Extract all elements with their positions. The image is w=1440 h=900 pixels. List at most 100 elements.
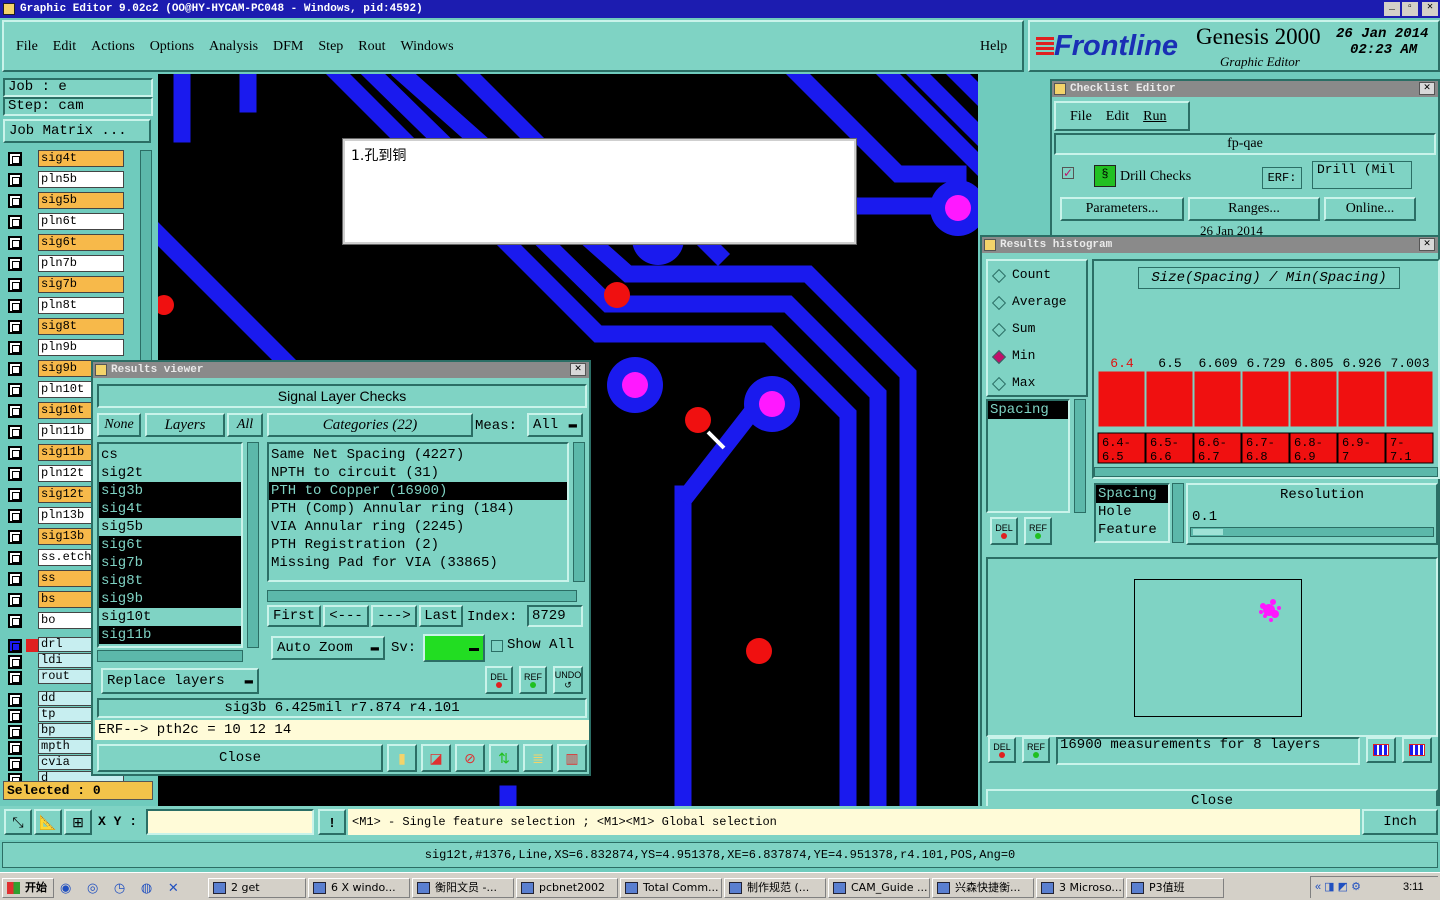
taskbar-item[interactable]: CAM_Guide ... [828, 878, 930, 898]
mode-count[interactable]: Count [988, 267, 1084, 287]
mode-average[interactable]: Average [988, 294, 1084, 314]
layer-name[interactable]: sig5b [38, 192, 124, 209]
taskbar-item[interactable]: 6 X windo... [308, 878, 410, 898]
undo-button[interactable]: UNDO ↺ [553, 666, 583, 694]
layer-display-checkbox[interactable] [8, 709, 22, 723]
mode-sum[interactable]: Sum [988, 321, 1084, 341]
sv-color-dropdown[interactable]: ▬ [423, 634, 485, 662]
layer-name[interactable]: sig8t [38, 318, 124, 335]
results-layer-item[interactable]: sig6t [99, 536, 241, 554]
checklist-menu-edit[interactable]: Edit [1106, 109, 1129, 129]
measure-button[interactable]: 📐 [34, 809, 62, 835]
layer-row[interactable]: sig8t [6, 318, 124, 335]
attribute-scrollbar[interactable] [1074, 399, 1086, 513]
layer-display-checkbox[interactable] [8, 194, 22, 208]
layer-name[interactable]: pln5b [38, 171, 124, 188]
radio-icon[interactable] [991, 376, 1007, 392]
results-layer-item[interactable]: sig10t [99, 608, 241, 626]
layer-row[interactable]: pln8t [6, 297, 124, 314]
checklist-menu-run[interactable]: Run [1143, 109, 1166, 129]
layer-display-checkbox[interactable] [8, 341, 22, 355]
parameters-button[interactable]: Parameters... [1060, 197, 1184, 221]
ranges-button[interactable]: Ranges... [1188, 197, 1320, 221]
property-item[interactable]: Spacing [1096, 485, 1168, 503]
layer-display-checkbox[interactable] [8, 639, 22, 653]
next-button[interactable]: ---> [371, 605, 417, 627]
taskbar-item[interactable]: Total Comm... [620, 878, 722, 898]
maximize-button[interactable]: ▫ [1402, 2, 1418, 16]
results-layer-item[interactable]: sig8t [99, 572, 241, 590]
online-button[interactable]: Online... [1324, 197, 1416, 221]
layer-display-checkbox[interactable] [8, 236, 22, 250]
results-layer-item[interactable]: sig3b [99, 482, 241, 500]
attribute-list[interactable]: Spacing [986, 399, 1070, 513]
all-layers-button[interactable]: All [227, 413, 263, 437]
taskbar-item[interactable]: 2 get [208, 878, 306, 898]
quicklaunch-icons[interactable]: ◉ ◎ ◷ ◍ ✕ [60, 880, 190, 896]
layer-row[interactable]: pln6t [6, 213, 124, 230]
menu-step[interactable]: Step [318, 39, 343, 55]
none-button[interactable]: None [97, 413, 141, 437]
mode-max[interactable]: Max [988, 375, 1084, 395]
layer-display-checkbox[interactable] [8, 446, 22, 460]
layer-display-checkbox[interactable] [8, 757, 22, 771]
units-button[interactable]: Inch [1362, 809, 1438, 835]
results-layer-item[interactable]: sig9b [99, 590, 241, 608]
layer-display-checkbox[interactable] [8, 215, 22, 229]
layer-name[interactable]: pln8t [38, 297, 124, 314]
category-item[interactable]: PTH to Copper (16900) [269, 482, 567, 500]
results-layer-hscroll[interactable] [97, 650, 243, 662]
categories-hscroll[interactable] [267, 590, 577, 602]
preview-ref-button[interactable]: REF [1022, 737, 1050, 763]
layer-display-checkbox[interactable] [8, 299, 22, 313]
menu-actions[interactable]: Actions [91, 39, 135, 55]
menu-edit[interactable]: Edit [53, 39, 76, 55]
checklist-menu-file[interactable]: File [1070, 109, 1092, 129]
results-viewer-close-icon[interactable]: ✕ [570, 363, 586, 376]
start-button[interactable]: 开始 [2, 878, 54, 898]
categories-list[interactable]: Same Net Spacing (4227) NPTH to circuit (… [267, 442, 569, 582]
layer-name[interactable]: pln7b [38, 255, 124, 272]
check-enabled-icon[interactable]: ✓ [1062, 167, 1074, 179]
results-layer-list[interactable]: cs sig2t sig3b sig4t sig5b sig6t sig7b sig8t sig… [97, 442, 243, 648]
auto-zoom-dropdown[interactable]: Auto Zoom ▬ [271, 636, 385, 660]
menu-file[interactable]: File [16, 39, 38, 55]
layer-display-checkbox[interactable] [8, 509, 22, 523]
results-close-button[interactable]: Close [97, 744, 383, 772]
layer-display-checkbox[interactable] [8, 278, 22, 292]
snap-button[interactable]: ⊞ [64, 809, 92, 835]
erf-value[interactable]: Drill (Mil [1312, 161, 1412, 189]
layer-row[interactable]: pln9b [6, 339, 124, 356]
meas-dropdown[interactable]: All ▬ [527, 413, 583, 437]
layer-display-checkbox[interactable] [8, 152, 22, 166]
taskbar-item[interactable]: 制作规范 (... [724, 878, 826, 898]
layers-button[interactable]: Layers [145, 413, 225, 437]
radio-icon[interactable] [991, 349, 1007, 365]
help-menu[interactable]: Help [980, 39, 1007, 55]
histogram-close-icon[interactable]: ✕ [1419, 238, 1435, 251]
category-item[interactable]: PTH Registration (2) [269, 536, 567, 554]
layer-row[interactable]: sig6t [6, 234, 124, 251]
taskbar-item[interactable]: 衡阳文员 -... [412, 878, 514, 898]
layer-name[interactable]: sig4t [38, 150, 124, 167]
layer-display-checkbox[interactable] [8, 655, 22, 669]
taskbar-item[interactable]: P3值班 [1126, 878, 1224, 898]
layer-display-checkbox[interactable] [8, 551, 22, 565]
mode-min[interactable]: Min [988, 348, 1084, 368]
layer-row[interactable]: pln7b [6, 255, 124, 272]
menu-rout[interactable]: Rout [358, 39, 385, 55]
job-matrix-button[interactable]: Job Matrix ... [3, 119, 151, 143]
layer-name[interactable]: sig6t [38, 234, 124, 251]
previous-button[interactable]: <--- [323, 605, 369, 627]
radio-icon[interactable] [991, 295, 1007, 311]
slider-thumb[interactable] [1193, 529, 1223, 535]
ref-button[interactable]: REF [519, 666, 547, 694]
layer-row[interactable]: pln5b [6, 171, 124, 188]
histogram-button[interactable]: ▥ [557, 744, 587, 772]
property-item[interactable]: Hole [1096, 503, 1168, 521]
layer-row[interactable]: sig7b [6, 276, 124, 293]
layer-display-checkbox[interactable] [8, 257, 22, 271]
layer-display-checkbox[interactable] [8, 725, 22, 739]
taskbar-item[interactable]: 3 Microso... [1036, 878, 1124, 898]
preview-del-button[interactable]: DEL [988, 737, 1016, 763]
